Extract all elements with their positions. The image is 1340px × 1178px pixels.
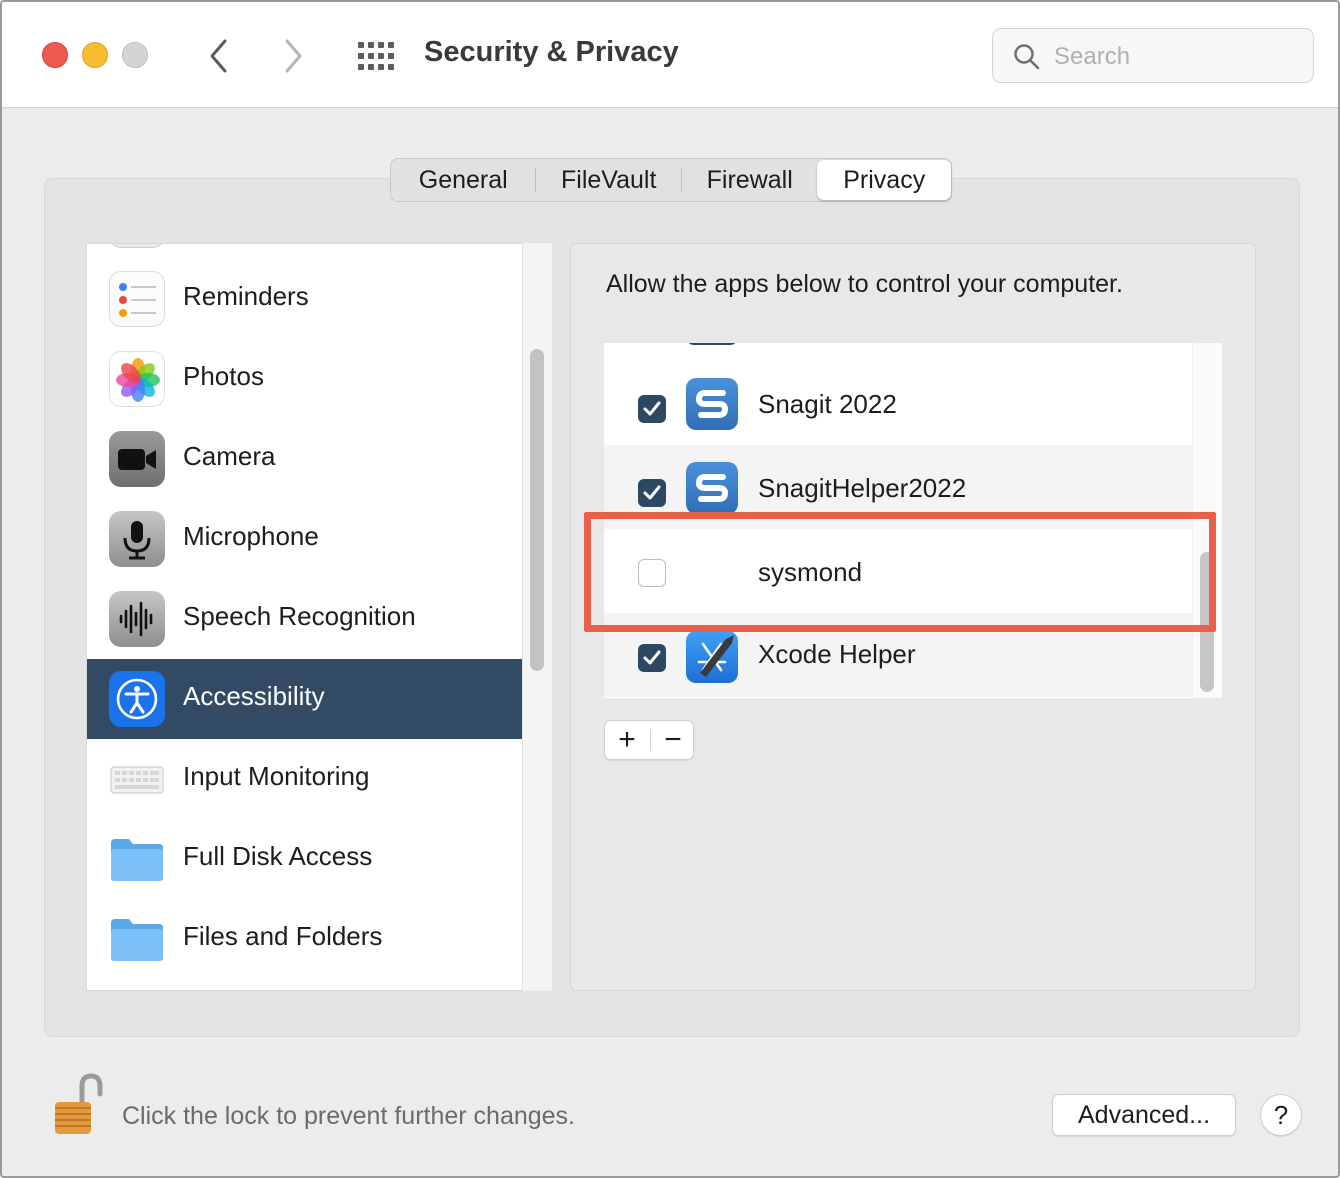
advanced-button[interactable]: Advanced... bbox=[1052, 1094, 1236, 1136]
partial-list-icon bbox=[109, 244, 165, 248]
panel-description: Allow the apps below to control your com… bbox=[606, 270, 1123, 298]
add-remove-control: + − bbox=[604, 720, 694, 760]
tab-bar: General FileVault Firewall Privacy bbox=[390, 158, 952, 202]
sidebar-item-photos[interactable]: Photos bbox=[87, 339, 523, 419]
photos-icon bbox=[109, 351, 165, 407]
sidebar-item-label: Input Monitoring bbox=[183, 761, 370, 791]
show-all-grid-button[interactable] bbox=[356, 40, 394, 72]
privacy-category-list[interactable]: Reminders Photos Camera Microphone Speec… bbox=[86, 243, 552, 991]
reminders-icon bbox=[109, 271, 165, 327]
sidebar-item-input-monitoring[interactable]: Input Monitoring bbox=[87, 739, 523, 819]
category-scrollbar-thumb[interactable] bbox=[530, 349, 544, 671]
app-name: SnagitHelper2022 bbox=[758, 473, 967, 503]
close-button[interactable] bbox=[42, 42, 68, 68]
app-name: Xcode Helper bbox=[758, 639, 916, 669]
tab-general[interactable]: General bbox=[391, 159, 535, 201]
sidebar-item-label: Files and Folders bbox=[183, 921, 383, 951]
xcode-icon bbox=[686, 631, 738, 683]
highlight-annotation bbox=[584, 512, 1216, 632]
app-name: Snagit 2022 bbox=[758, 389, 897, 419]
chevron-left-icon bbox=[210, 39, 227, 73]
keyboard-icon bbox=[109, 751, 165, 807]
search-field[interactable]: Search bbox=[992, 28, 1314, 83]
checkmark-icon bbox=[643, 485, 661, 500]
sidebar-item-label: Full Disk Access bbox=[183, 841, 373, 871]
checkmark-icon bbox=[643, 401, 661, 416]
sidebar-item-label: Speech Recognition bbox=[183, 601, 416, 631]
sidebar-item-camera[interactable]: Camera bbox=[87, 419, 523, 499]
back-button[interactable] bbox=[202, 36, 236, 76]
security-privacy-window: Security & Privacy Search General FileVa… bbox=[0, 0, 1340, 1178]
add-app-button[interactable]: + bbox=[605, 721, 649, 759]
sidebar-item-full-disk-access[interactable]: Full Disk Access bbox=[87, 819, 523, 899]
forward-button[interactable] bbox=[276, 36, 310, 76]
tab-firewall[interactable]: Firewall bbox=[682, 159, 818, 201]
sidebar-item-label: Accessibility bbox=[183, 681, 325, 711]
sidebar-item-label: Photos bbox=[183, 361, 264, 391]
app-row-snagit[interactable]: Snagit 2022 bbox=[604, 361, 1192, 445]
snagit-icon bbox=[686, 462, 738, 514]
search-icon bbox=[1014, 44, 1040, 70]
zoom-button[interactable] bbox=[122, 42, 148, 68]
checkmark-icon bbox=[643, 650, 661, 665]
tab-filevault[interactable]: FileVault bbox=[536, 159, 680, 201]
accessibility-icon bbox=[109, 671, 165, 727]
microphone-icon bbox=[109, 511, 165, 567]
title-bar: Security & Privacy Search bbox=[2, 2, 1338, 108]
sidebar-item-label: Reminders bbox=[183, 281, 309, 311]
unlocked-lock-icon[interactable] bbox=[52, 1072, 106, 1138]
lock-status-text: Click the lock to prevent further change… bbox=[122, 1102, 576, 1130]
sidebar-item-accessibility[interactable]: Accessibility bbox=[87, 659, 523, 739]
sidebar-item-label: Microphone bbox=[183, 521, 319, 551]
chevron-right-icon bbox=[285, 39, 302, 73]
sidebar-item-reminders[interactable]: Reminders bbox=[87, 259, 523, 339]
folder-icon bbox=[109, 911, 165, 967]
window-title: Security & Privacy bbox=[424, 36, 679, 68]
search-placeholder: Search bbox=[1054, 43, 1131, 70]
sidebar-item-files-and-folders[interactable]: Files and Folders bbox=[87, 899, 523, 979]
speech-recognition-icon bbox=[109, 591, 165, 647]
camera-icon bbox=[109, 431, 165, 487]
snagithelper-checkbox[interactable] bbox=[638, 479, 666, 507]
sidebar-item-label: Camera bbox=[183, 441, 276, 471]
partial-app-icon bbox=[686, 343, 738, 345]
remove-app-button[interactable]: − bbox=[651, 721, 695, 759]
snagit-icon bbox=[686, 378, 738, 430]
folder-icon bbox=[109, 831, 165, 887]
xcode-helper-checkbox[interactable] bbox=[638, 644, 666, 672]
tab-privacy[interactable]: Privacy bbox=[817, 160, 951, 200]
sidebar-item-microphone[interactable]: Microphone bbox=[87, 499, 523, 579]
snagit-checkbox[interactable] bbox=[638, 395, 666, 423]
help-button[interactable]: ? bbox=[1260, 1094, 1302, 1136]
sidebar-item-speech-recognition[interactable]: Speech Recognition bbox=[87, 579, 523, 659]
minimize-button[interactable] bbox=[82, 42, 108, 68]
